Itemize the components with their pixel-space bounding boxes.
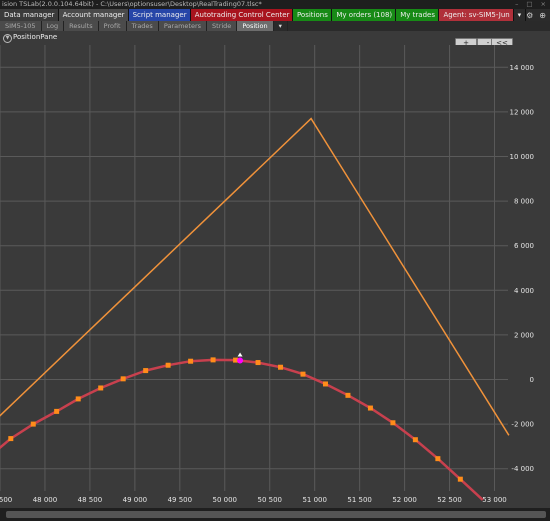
pane-menu-icon[interactable]: ▼ xyxy=(3,34,12,43)
pin-icon[interactable]: ⊕ xyxy=(539,11,546,20)
main-tab-script-manager[interactable]: Script manager xyxy=(128,9,191,21)
curve-marker xyxy=(75,396,81,402)
y-tick-label: 4 000 xyxy=(514,287,534,295)
sub-tab-log[interactable]: Log xyxy=(41,21,65,31)
curve-marker xyxy=(143,368,149,374)
curve-marker xyxy=(367,405,373,411)
x-tick-label: 48 500 xyxy=(78,496,103,504)
x-tick-label: 49 000 xyxy=(123,496,148,504)
chart-background xyxy=(0,45,550,508)
y-tick-label: 14 000 xyxy=(510,64,535,72)
curve-marker xyxy=(165,362,171,368)
horizontal-scrollbar[interactable] xyxy=(6,511,546,518)
tab-overflow-dropdown-icon[interactable]: ▾ xyxy=(514,9,527,21)
y-tick-label: -2 000 xyxy=(511,421,534,429)
y-tick-label: 2 000 xyxy=(514,331,534,339)
curve-marker xyxy=(188,358,194,364)
curve-marker xyxy=(120,376,126,382)
curve-marker xyxy=(412,437,418,443)
y-tick-label: 6 000 xyxy=(514,242,534,250)
main-tab-my-orders-108[interactable]: My orders (108) xyxy=(332,9,397,21)
x-tick-label: 51 500 xyxy=(347,496,372,504)
y-tick-label: 0 xyxy=(530,376,534,384)
x-tick-label: 47 500 xyxy=(0,496,12,504)
sub-tab-trades[interactable]: Trades xyxy=(126,21,159,31)
sub-tab-profit[interactable]: Profit xyxy=(98,21,127,31)
y-tick-label: 12 000 xyxy=(510,108,535,116)
curve-marker xyxy=(345,392,351,398)
maximize-icon[interactable]: □ xyxy=(526,0,532,9)
curve-marker xyxy=(54,408,60,414)
y-tick-label: 10 000 xyxy=(510,153,535,161)
sub-tab-stride[interactable]: Stride xyxy=(207,21,238,31)
sub-tab-parameters[interactable]: Parameters xyxy=(158,21,208,31)
x-tick-label: 49 500 xyxy=(168,496,193,504)
main-tab-data-manager[interactable]: Data manager xyxy=(0,9,59,21)
agent-sub-tab-bar: SIM5-105 Log Results Profit Trades Parameters… xyxy=(0,21,550,31)
main-tab-autotrading-control-center[interactable]: Autotrading Control Center xyxy=(190,9,293,21)
x-tick-label: 51 000 xyxy=(302,496,327,504)
main-tab-account-manager[interactable]: Account manager xyxy=(58,9,129,21)
window-title: ision TSLab(2.0.0.104.64bit) - C:\Users\… xyxy=(2,0,262,8)
y-tick-label: -4 000 xyxy=(511,465,534,473)
curve-marker xyxy=(30,421,36,427)
curve-marker xyxy=(322,381,328,387)
x-tick-label: 53 000 xyxy=(482,496,507,504)
curve-marker xyxy=(457,476,463,482)
bottom-scroll-area xyxy=(0,508,550,521)
current-price-point xyxy=(237,357,244,364)
main-tab-positions[interactable]: Positions xyxy=(292,9,333,21)
curve-marker xyxy=(8,436,14,442)
sub-tab-sim5-105[interactable]: SIM5-105 xyxy=(0,21,42,31)
x-tick-label: 50 000 xyxy=(213,496,238,504)
curve-marker xyxy=(300,371,306,377)
main-tab-bar: Data manager Account manager Script manage… xyxy=(0,9,550,21)
window-title-bar: ision TSLab(2.0.0.104.64bit) - C:\Users\… xyxy=(0,0,550,9)
x-tick-label: 48 000 xyxy=(33,496,58,504)
curve-marker xyxy=(435,456,441,462)
x-tick-label: 52 000 xyxy=(392,496,417,504)
curve-marker xyxy=(390,420,396,426)
tab-bar-tools: ⚙ ⊕ xyxy=(526,9,550,21)
y-tick-label: 8 000 xyxy=(514,198,534,206)
curve-marker xyxy=(98,385,104,391)
position-profit-chart[interactable]: 47 500 48 000 48 500 49 000 49 500 50 000 50 5… xyxy=(0,45,550,508)
curve-marker xyxy=(210,357,216,363)
close-icon[interactable]: × xyxy=(541,0,546,9)
curve-marker xyxy=(278,364,284,370)
main-tab-agent-sv-sim5-jun[interactable]: Agent: sv-SIM5-Jun xyxy=(439,9,514,21)
x-tick-label: 50 500 xyxy=(257,496,282,504)
sub-tab-position[interactable]: Position xyxy=(237,21,274,31)
sub-tab-dropdown-icon[interactable]: ▾ xyxy=(274,21,288,31)
gear-icon[interactable]: ⚙ xyxy=(526,11,533,20)
pane-title: PositionPane xyxy=(13,33,58,41)
main-tab-my-trades[interactable]: My trades xyxy=(396,9,440,21)
minimize-icon[interactable]: – xyxy=(515,0,518,9)
window-controls: – □ × xyxy=(515,0,546,9)
sub-tab-results[interactable]: Results xyxy=(64,21,99,31)
curve-marker xyxy=(255,360,261,366)
x-tick-label: 52 500 xyxy=(437,496,462,504)
